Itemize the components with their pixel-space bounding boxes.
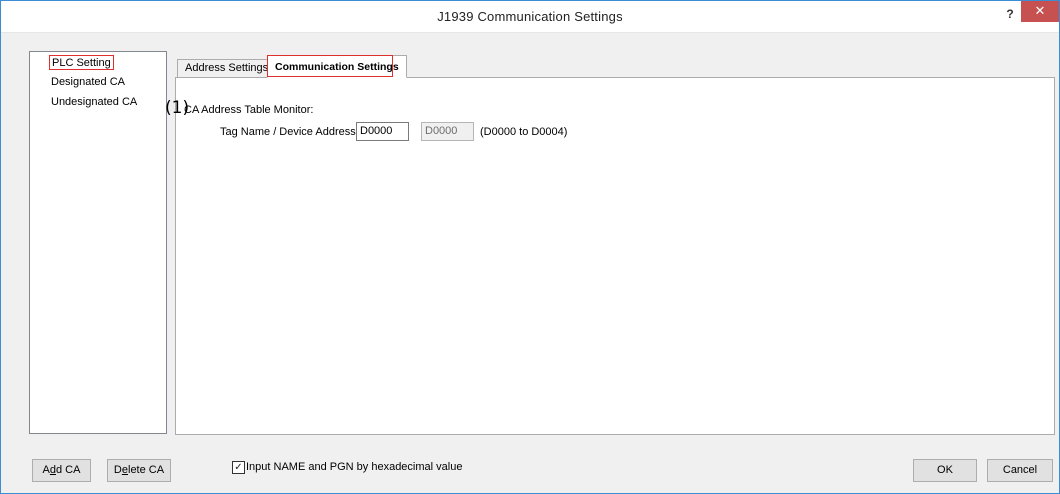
window-title: J1939 Communication Settings: [437, 9, 623, 24]
cancel-button[interactable]: Cancel: [987, 459, 1053, 482]
tab-address-settings[interactable]: Address Settings: [177, 59, 277, 78]
delete-ca-button[interactable]: Delete CA: [107, 459, 171, 482]
add-ca-label-start: A: [42, 464, 50, 476]
add-ca-button[interactable]: Add CA: [32, 459, 91, 482]
ok-button[interactable]: OK: [913, 459, 977, 482]
tag-name-device-address-label: Tag Name / Device Address:: [220, 126, 359, 138]
hex-input-checkbox-label[interactable]: Input NAME and PGN by hexadecimal value: [246, 461, 462, 474]
tree-item-designated-ca[interactable]: Designated CA: [51, 75, 125, 90]
tree-item-undesignated-ca[interactable]: Undesignated CA: [51, 95, 137, 110]
device-address-end-field: D0000: [421, 122, 474, 141]
close-icon[interactable]: ✕: [1021, 1, 1059, 22]
add-ca-label-end: d CA: [56, 464, 81, 476]
delete-ca-label-start: D: [113, 464, 122, 476]
help-icon[interactable]: ?: [1003, 7, 1017, 23]
tree-item-plc-setting[interactable]: PLC Setting: [49, 55, 114, 70]
group-label-ca-address-table-monitor: CA Address Table Monitor:: [184, 104, 314, 116]
settings-tree[interactable]: PLC Setting Designated CA Undesignated C…: [29, 51, 167, 434]
title-divider: [1, 32, 1059, 33]
tab-strip: Address Settings Communication Settings: [175, 55, 1055, 78]
delete-ca-label-end: lete CA: [128, 464, 165, 476]
dialog-window: J1939 Communication Settings ? ✕ PLC Set…: [0, 0, 1060, 494]
address-range-text: (D0000 to D0004): [480, 126, 568, 138]
title-bar[interactable]: J1939 Communication Settings ? ✕: [1, 1, 1059, 32]
hex-input-checkbox[interactable]: ✓: [232, 461, 245, 474]
device-address-input[interactable]: D0000: [356, 122, 409, 141]
tab-communication-settings[interactable]: Communication Settings: [267, 55, 407, 78]
